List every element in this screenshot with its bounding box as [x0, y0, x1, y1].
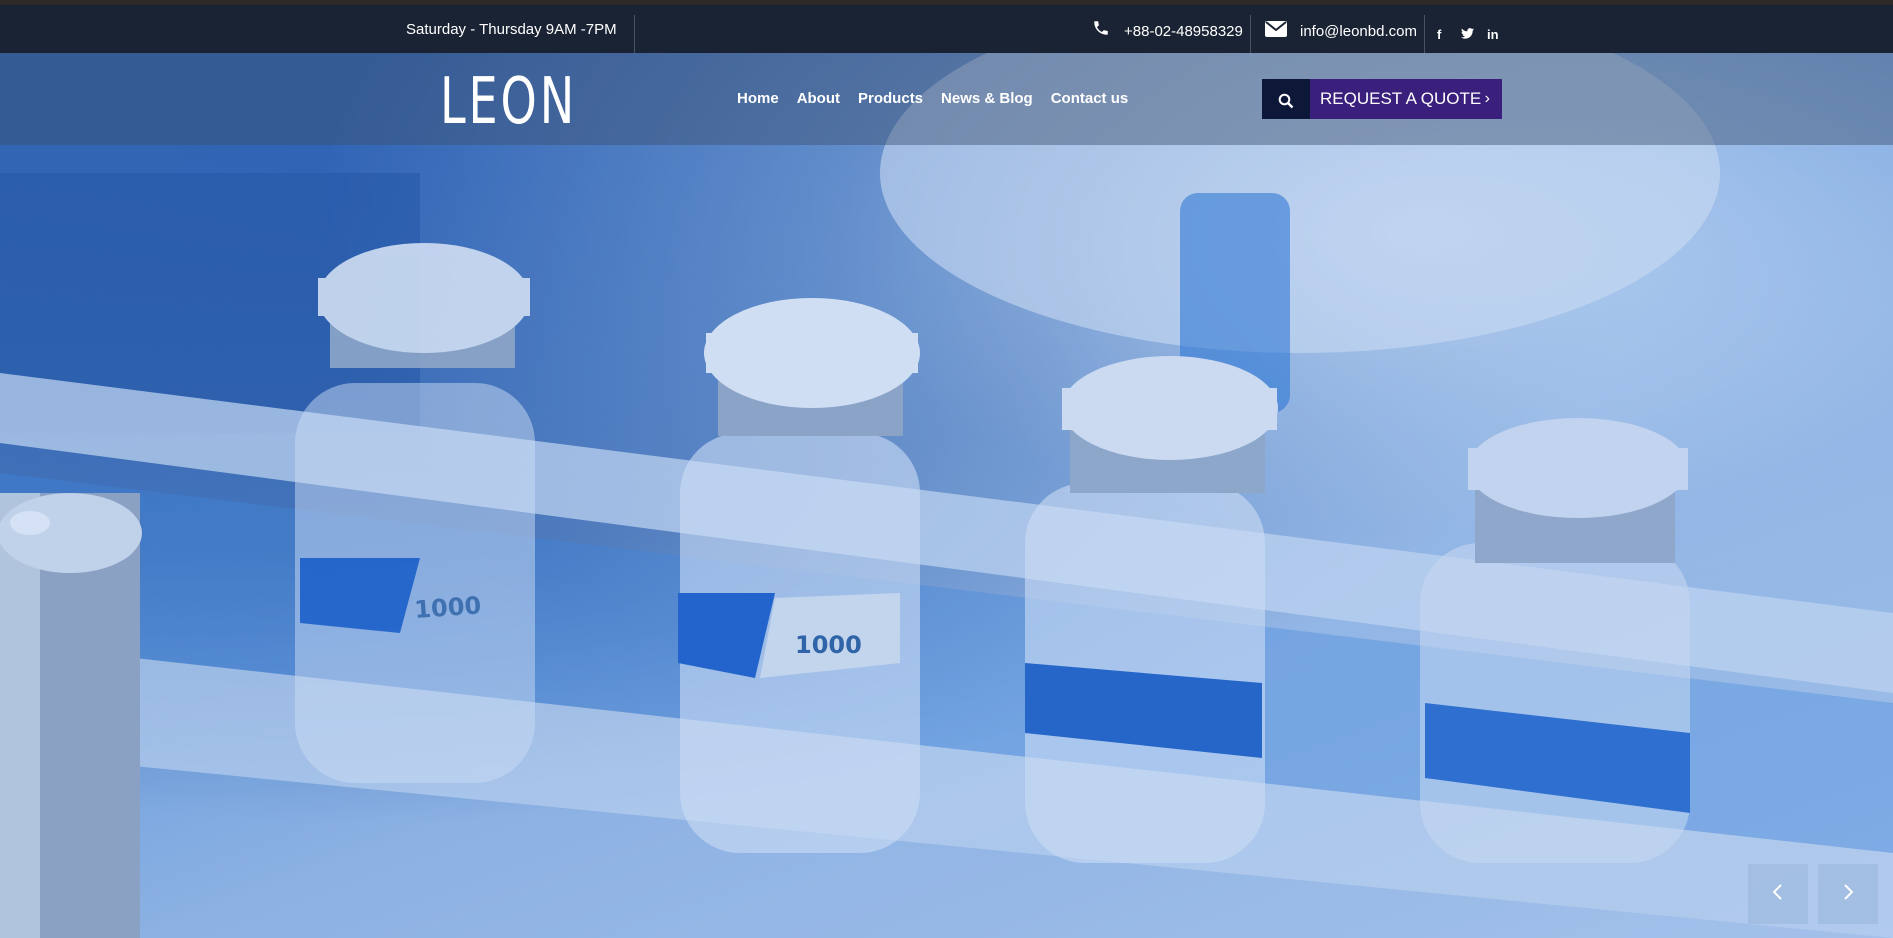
nav-products[interactable]: Products: [858, 90, 923, 107]
hero-vials-illustration: 1000 1000: [0, 53, 1893, 938]
divider: [1424, 15, 1425, 53]
divider: [634, 15, 635, 53]
linkedin-icon[interactable]: in: [1487, 27, 1499, 42]
search-button[interactable]: [1262, 79, 1310, 119]
site-logo[interactable]: LEON: [440, 70, 577, 134]
nav-news-blog[interactable]: News & Blog: [941, 90, 1033, 107]
facebook-icon[interactable]: f: [1437, 27, 1441, 42]
nav-contact[interactable]: Contact us: [1051, 90, 1129, 107]
slider-prev-button[interactable]: [1748, 864, 1808, 924]
slider-next-button[interactable]: [1818, 864, 1878, 924]
email-link[interactable]: info@leonbd.com: [1300, 23, 1417, 40]
envelope-icon: [1265, 21, 1287, 41]
phone-icon: [1092, 19, 1110, 41]
twitter-icon[interactable]: [1461, 27, 1474, 42]
chevron-right-icon: [1841, 883, 1855, 906]
nav-about[interactable]: About: [797, 90, 840, 107]
request-quote-label: REQUEST A QUOTE: [1320, 89, 1482, 108]
request-quote-button[interactable]: REQUEST A QUOTE ›: [1310, 79, 1502, 119]
divider: [1250, 15, 1251, 53]
search-icon: [1278, 85, 1294, 114]
main-nav: Home About Products News & Blog Contact …: [737, 90, 1146, 107]
opening-hours: Saturday - Thursday 9AM -7PM: [406, 21, 617, 38]
top-info-bar: Saturday - Thursday 9AM -7PM +88-02-4895…: [0, 5, 1893, 53]
chevron-right-icon: ›: [1484, 90, 1490, 107]
nav-home[interactable]: Home: [737, 90, 779, 107]
chevron-left-icon: [1771, 883, 1785, 906]
phone-link[interactable]: +88-02-48958329: [1124, 23, 1243, 40]
hero-slide: 1000 1000: [0, 53, 1893, 938]
